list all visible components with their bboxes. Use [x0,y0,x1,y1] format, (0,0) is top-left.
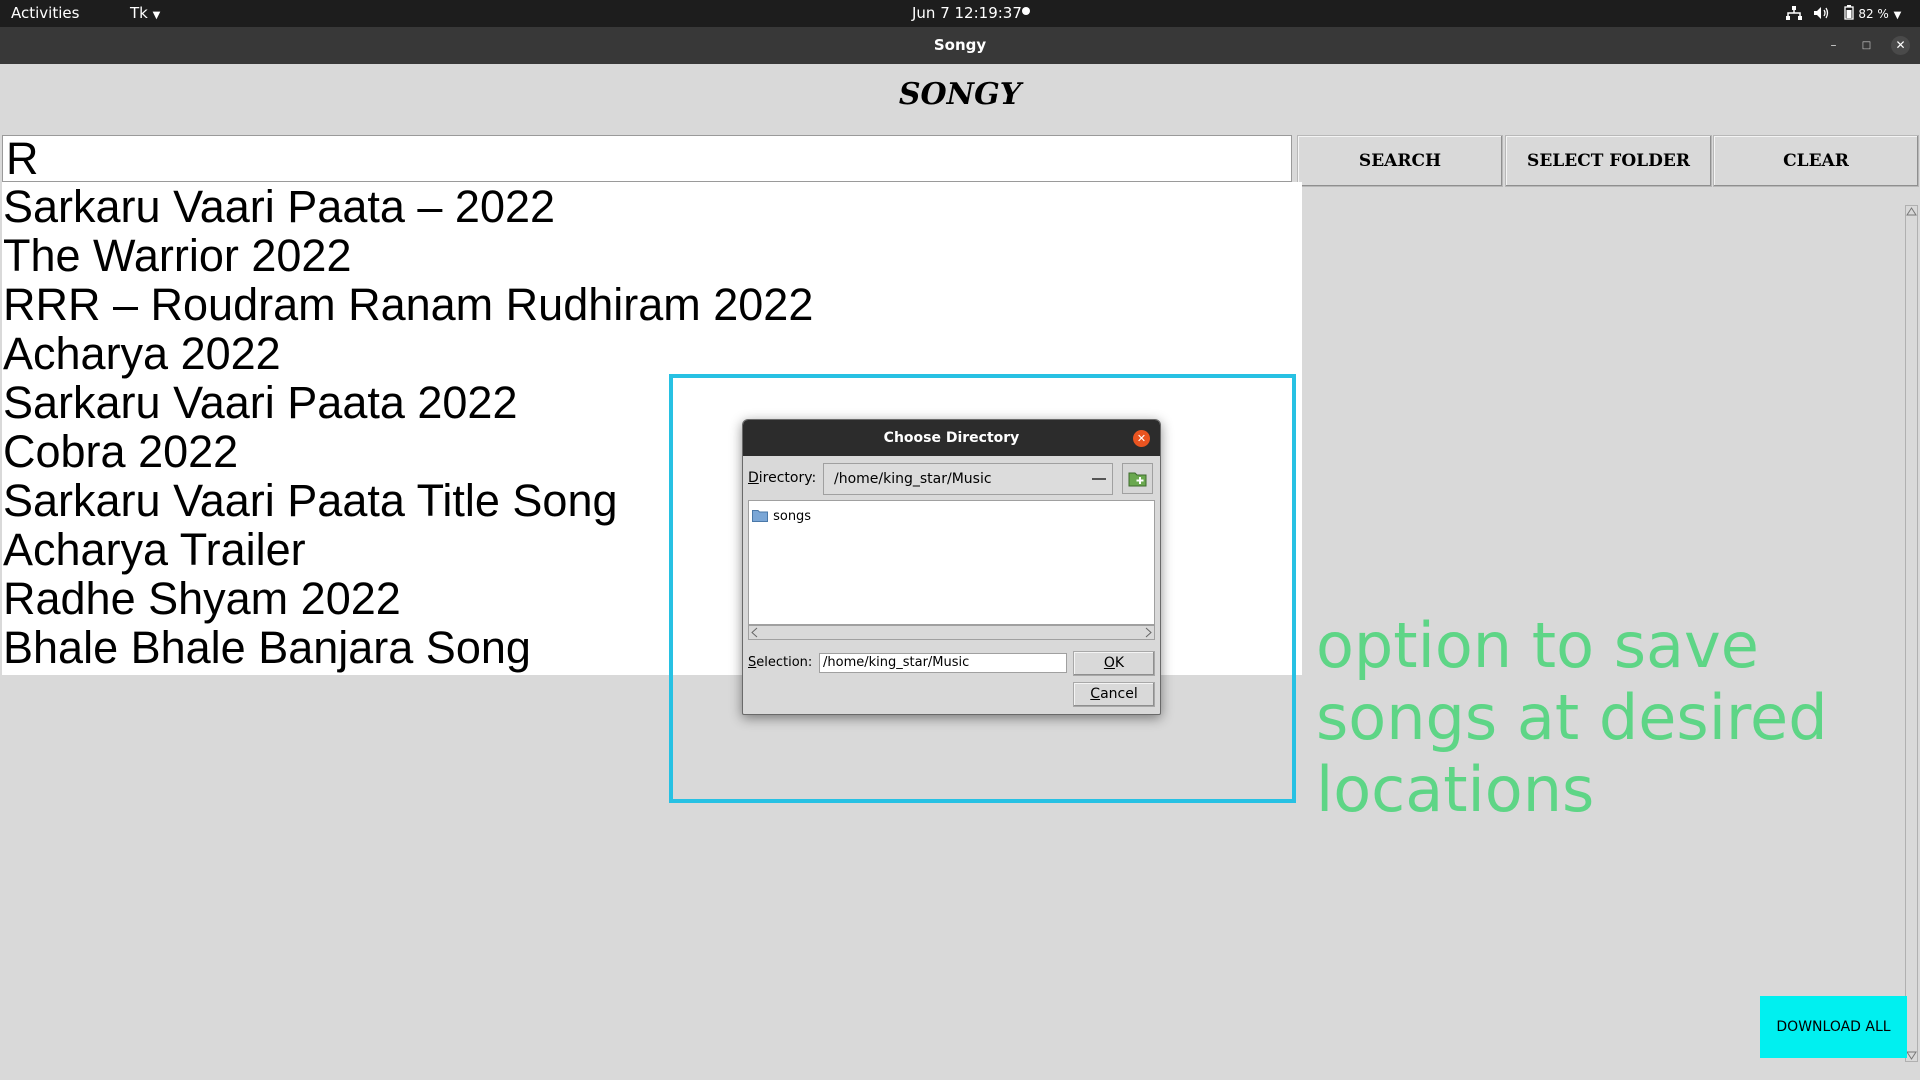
choose-directory-dialog: Choose Directory ✕ Directory: /home/king… [742,419,1161,715]
cancel-button[interactable]: Cancel [1073,682,1155,707]
search-input[interactable]: R [2,135,1292,182]
ok-button[interactable]: OK [1073,651,1155,676]
volume-icon [1813,7,1828,19]
battery-icon [1843,5,1854,20]
top-bar: Activities Tk ▼ Jun 7 12:19:37 82 % ▼ [0,0,1920,27]
caret-down-icon: ▼ [1893,10,1902,21]
scroll-left-icon [751,627,758,638]
directory-label: Directory: [748,470,817,486]
directory-value: /home/king_star/Music [834,471,992,487]
annotation-text: option to save songs at desired location… [1316,609,1828,826]
app-menu-label: Tk [130,4,148,22]
clock[interactable]: Jun 7 12:19:37 [912,4,1022,22]
new-folder-button[interactable] [1122,463,1153,494]
list-item[interactable]: Sarkaru Vaari Paata – 2022 [2,182,1302,231]
app-menu[interactable]: Tk ▼ [130,4,160,22]
new-folder-icon [1128,472,1147,487]
minimize-icon[interactable]: – [1824,36,1843,55]
battery-level: 82 % [1858,7,1889,21]
dialog-titlebar[interactable]: Choose Directory ✕ [743,420,1160,456]
list-item[interactable]: The Warrior 2022 [2,231,1302,280]
activities-button[interactable]: Activities [11,4,79,22]
close-icon[interactable]: ✕ [1133,430,1150,447]
select-folder-button[interactable]: SELECT FOLDER [1505,135,1712,187]
folder-list[interactable]: songs [748,500,1155,625]
window-title: Songy [933,36,987,54]
directory-combo[interactable]: /home/king_star/Music [823,463,1113,495]
horizontal-scrollbar[interactable] [748,625,1155,640]
search-button[interactable]: SEARCH [1297,135,1503,187]
list-item[interactable]: Acharya 2022 [2,329,1302,378]
scroll-right-icon [1145,627,1152,638]
system-tray[interactable]: 82 % ▼ [1786,4,1901,22]
folder-name: songs [773,509,812,524]
caret-down-icon: ▼ [152,10,161,21]
dropdown-icon [1092,478,1106,480]
list-item[interactable]: songs [752,505,811,524]
list-item[interactable]: RRR – Roudram Ranam Rudhiram 2022 [2,280,1302,329]
close-icon[interactable]: ✕ [1891,36,1910,55]
selection-input[interactable]: /home/king_star/Music [819,653,1067,673]
dialog-title: Choose Directory [883,430,1020,446]
network-icon [1786,6,1802,20]
app-heading: SONGY [898,77,1022,112]
clear-button[interactable]: CLEAR [1713,135,1919,187]
folder-icon [752,510,768,522]
window-titlebar[interactable]: Songy – □ ✕ [0,27,1920,64]
maximize-icon[interactable]: □ [1857,36,1876,55]
notification-dot-icon [1022,7,1030,15]
download-all-button[interactable]: DOWNLOAD ALL [1760,996,1907,1058]
selection-label: Selection: [748,655,813,670]
